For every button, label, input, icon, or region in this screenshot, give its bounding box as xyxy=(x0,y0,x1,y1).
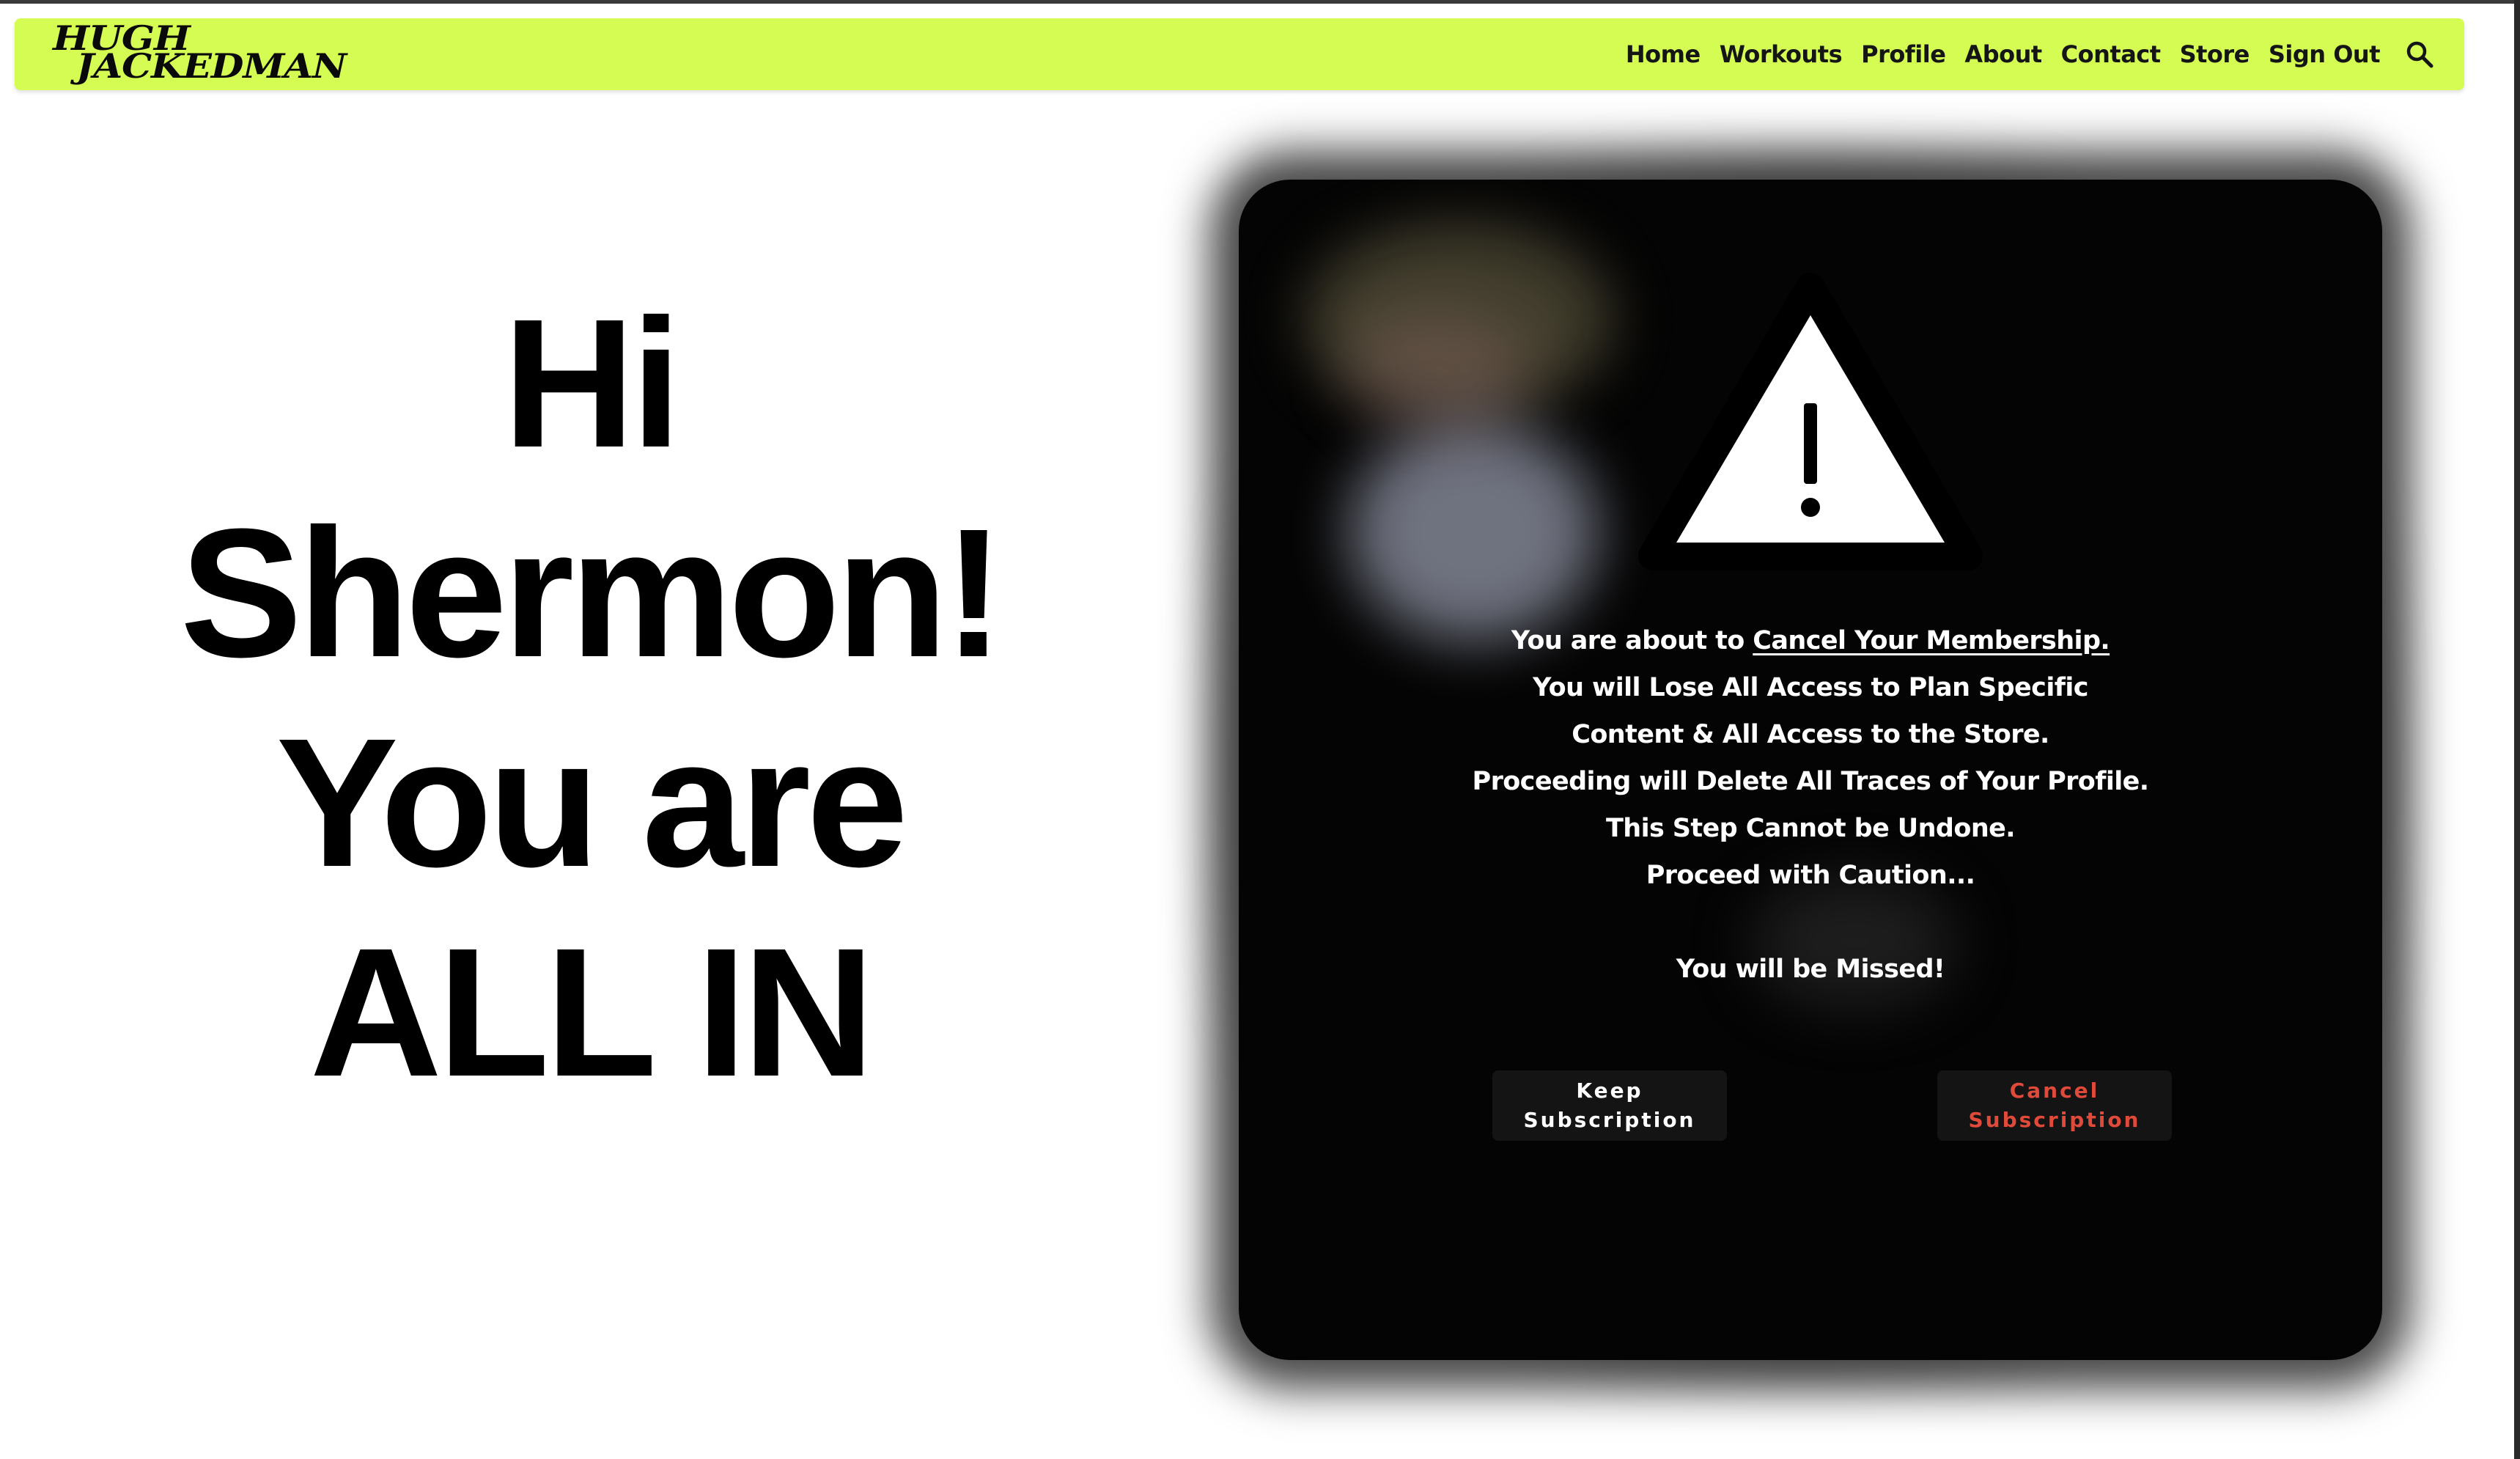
right-border xyxy=(2514,0,2520,1459)
modal-message: You are about to Cancel Your Membership.… xyxy=(1459,617,2162,993)
greeting-line-1: Hi xyxy=(503,281,682,485)
nav-workouts[interactable]: Workouts xyxy=(1720,40,1843,68)
blurred-background-image-2 xyxy=(1349,422,1598,642)
message-line-6: Proceed with Caution... xyxy=(1646,861,1975,890)
keep-button-label-2: Subscription xyxy=(1523,1108,1696,1132)
message-line-4: Proceeding will Delete All Traces of You… xyxy=(1472,767,2150,796)
warning-icon xyxy=(1638,273,1983,570)
greeting-heading: Hi Shermon! You are ALL IN xyxy=(132,279,1048,1117)
nav-store[interactable]: Store xyxy=(2180,40,2250,68)
message-line-1: You are about to Cancel Your Membership. xyxy=(1459,617,2162,664)
cancel-button-label-1: Cancel xyxy=(2009,1078,2100,1103)
cancel-button-label-2: Subscription xyxy=(1968,1108,2141,1132)
nav-sign-out[interactable]: Sign Out xyxy=(2269,40,2381,68)
top-border xyxy=(0,0,2520,4)
keep-button-label-1: Keep xyxy=(1576,1078,1643,1103)
nav-home[interactable]: Home xyxy=(1626,40,1701,68)
nav-links: Home Workouts Profile About Contact Stor… xyxy=(1626,18,2381,90)
greeting-line-3: You are xyxy=(276,700,908,905)
message-line-7: You will be Missed! xyxy=(1676,955,1945,984)
message-line-5: This Step Cannot be Undone. xyxy=(1606,814,2016,843)
logo-line-2: JACKEDMAN xyxy=(76,46,347,86)
message-line-2: You will Lose All Access to Plan Specifi… xyxy=(1533,673,2088,702)
greeting-line-2: Shermon! xyxy=(180,490,1005,695)
keep-subscription-button[interactable]: Keep Subscription xyxy=(1492,1070,1727,1141)
cancel-subscription-button[interactable]: Cancel Subscription xyxy=(1937,1070,2172,1141)
nav-about[interactable]: About xyxy=(1964,40,2042,68)
nav-profile[interactable]: Profile xyxy=(1861,40,1946,68)
brand-logo[interactable]: HUGH JACKEDMAN xyxy=(53,21,347,87)
navbar: HUGH JACKEDMAN Home Workouts Profile Abo… xyxy=(15,18,2464,90)
blurred-background-image-3 xyxy=(1341,312,1532,429)
cancel-membership-link[interactable]: Cancel Your Membership. xyxy=(1753,626,2110,655)
message-intro: You are about to xyxy=(1511,626,1753,655)
search-icon[interactable] xyxy=(2404,39,2435,70)
greeting-line-4: ALL IN xyxy=(309,910,875,1114)
message-spacer xyxy=(1459,899,2162,946)
message-line-3: Content & All Access to the Store. xyxy=(1572,720,2049,749)
nav-contact[interactable]: Contact xyxy=(2061,40,2161,68)
